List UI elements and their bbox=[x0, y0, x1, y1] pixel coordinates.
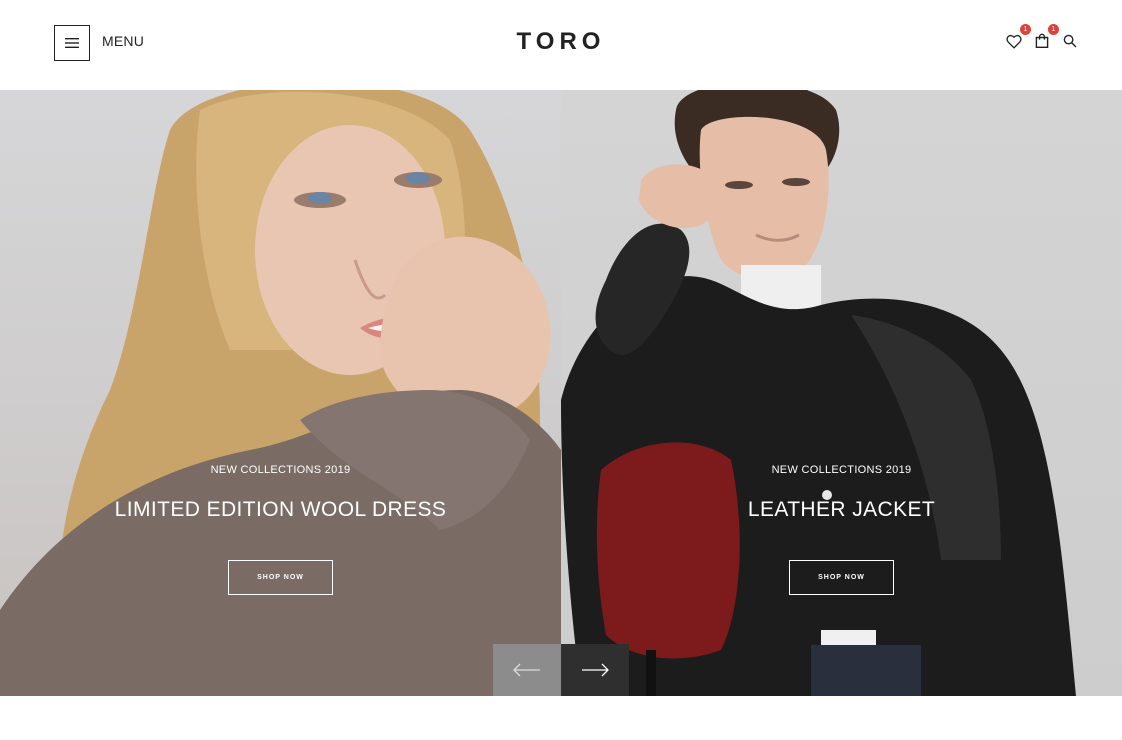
model-man-image bbox=[561, 90, 1076, 696]
hero-slide-leather-jacket: NEW COLLECTIONS 2019 LEATHER JACKET SHOP… bbox=[561, 90, 1122, 696]
hero-slide-content: NEW COLLECTIONS 2019 LIMITED EDITION WOO… bbox=[0, 464, 561, 595]
search-button[interactable] bbox=[1059, 30, 1081, 52]
hero-slide-title: LEATHER JACKET bbox=[747, 498, 936, 521]
search-icon bbox=[1063, 34, 1077, 48]
hero-slider: NEW COLLECTIONS 2019 LIMITED EDITION WOO… bbox=[0, 90, 1122, 696]
model-woman-image bbox=[0, 90, 561, 696]
cart-count-badge: 1 bbox=[1048, 24, 1059, 35]
arrow-left-icon bbox=[513, 663, 540, 677]
wishlist-button[interactable]: 1 bbox=[1003, 24, 1031, 52]
cart-button[interactable]: 1 bbox=[1031, 24, 1059, 52]
shopping-bag-icon bbox=[1035, 33, 1049, 48]
hero-slide-title: LIMITED EDITION WOOL DRESS bbox=[114, 498, 447, 521]
hero-slide-kicker: NEW COLLECTIONS 2019 bbox=[771, 464, 912, 476]
hero-slide-content: NEW COLLECTIONS 2019 LEATHER JACKET SHOP… bbox=[561, 464, 1122, 595]
hero-slide-kicker: NEW COLLECTIONS 2019 bbox=[210, 464, 351, 476]
site-header: MENU TORO 1 1 bbox=[0, 0, 1122, 90]
wishlist-count-badge: 1 bbox=[1020, 24, 1031, 35]
slider-next-button[interactable] bbox=[561, 644, 629, 696]
shop-now-button[interactable]: SHOP NOW bbox=[789, 560, 894, 595]
slider-indicator-dot[interactable] bbox=[822, 490, 832, 500]
heart-icon bbox=[1006, 34, 1022, 49]
shop-now-button[interactable]: SHOP NOW bbox=[228, 560, 333, 595]
slider-prev-button[interactable] bbox=[493, 644, 561, 696]
site-logo[interactable]: TORO bbox=[0, 28, 1122, 56]
arrow-right-icon bbox=[582, 663, 609, 677]
hero-slide-wool-dress: NEW COLLECTIONS 2019 LIMITED EDITION WOO… bbox=[0, 90, 561, 696]
